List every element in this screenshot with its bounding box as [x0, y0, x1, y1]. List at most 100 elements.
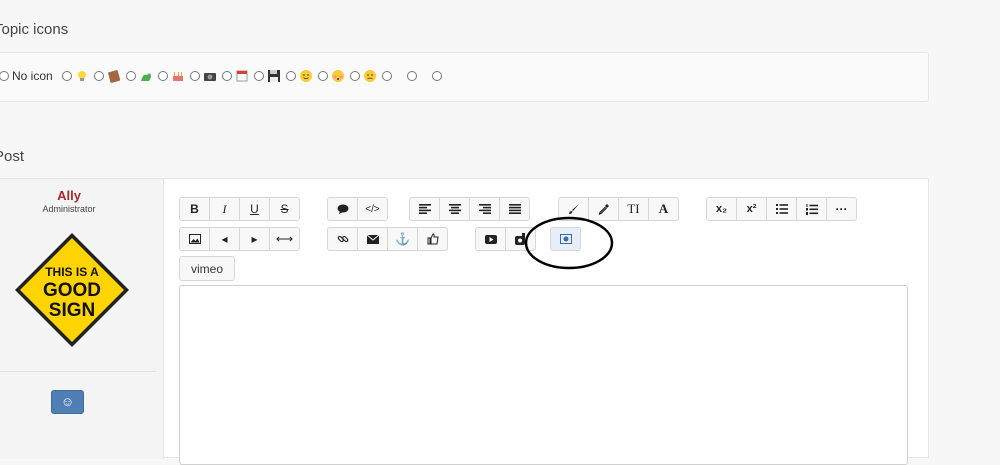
subscript-label: x₂ — [715, 203, 727, 215]
camera-icon — [203, 73, 216, 81]
author-role: Administrator — [42, 204, 96, 214]
bullet-list-button[interactable] — [766, 197, 797, 221]
flushed-face-icon — [331, 70, 344, 82]
radio-button[interactable] — [406, 71, 417, 81]
topic-icon-option-calendar[interactable] — [221, 69, 251, 83]
more-button[interactable]: ··· — [826, 197, 857, 221]
email-button[interactable] — [357, 227, 388, 251]
envelope-icon — [366, 234, 379, 244]
numbered-list-icon — [805, 203, 818, 215]
eyedropper-icon — [598, 204, 609, 215]
birthday-cake-icon — [172, 72, 183, 81]
topic-icon-option-frown[interactable] — [349, 69, 379, 83]
strikethrough-label: S — [280, 202, 289, 216]
radio-button[interactable] — [253, 71, 264, 81]
underline-button[interactable]: U — [239, 197, 270, 221]
topic-icon-option-lightbulb[interactable] — [61, 69, 91, 83]
anchor-button[interactable]: ⚓ — [387, 227, 418, 251]
topic-icon-option-floppy[interactable] — [253, 69, 283, 83]
topic-icon-option-dragon[interactable] — [125, 69, 155, 83]
strikethrough-button[interactable]: S — [269, 197, 300, 221]
align-justify-icon — [508, 204, 521, 214]
radio-button[interactable] — [285, 71, 296, 81]
toolbar-group-lists: x₂ x² ··· — [706, 197, 857, 221]
topic-icon-option-book[interactable] — [93, 69, 123, 83]
radio-button[interactable] — [0, 71, 9, 81]
align-left-button[interactable] — [409, 197, 440, 221]
topic-icon-option-blank-3[interactable] — [431, 71, 454, 81]
radio-button[interactable] — [349, 71, 360, 81]
radio-button[interactable] — [189, 71, 200, 81]
topic-icon-option-blank-1[interactable] — [381, 71, 404, 81]
superscript-button[interactable]: x² — [736, 197, 767, 221]
horizontal-rule-label: ⟷ — [275, 232, 294, 246]
more-label: ··· — [835, 202, 848, 216]
code-button[interactable]: </> — [357, 197, 388, 221]
avatar: THIS IS A GOOD SIGN — [15, 233, 129, 347]
post-title: Post — [0, 148, 25, 165]
vimeo-button[interactable]: vimeo — [179, 256, 235, 281]
smiley-icon — [299, 70, 312, 82]
font-size-button[interactable]: TI — [618, 197, 649, 221]
next-label: ▸ — [251, 232, 258, 246]
topic-icons-row: No icon — [0, 69, 457, 83]
brush-icon — [568, 204, 579, 214]
frowning-face-icon — [363, 70, 376, 82]
align-center-button[interactable] — [439, 197, 470, 221]
no-icon-label: No icon — [12, 69, 53, 83]
sign-line-2: GOOD — [43, 280, 101, 301]
align-right-button[interactable] — [469, 197, 500, 221]
align-left-icon — [418, 204, 431, 214]
horizontal-rule-button[interactable]: ⟷ — [269, 227, 300, 251]
author-profile: Ally Administrator THIS IS A GOOD SIGN ☺ — [0, 179, 164, 459]
youtube-button[interactable] — [475, 227, 506, 251]
align-center-icon — [448, 204, 461, 214]
font-color-label: A — [658, 201, 669, 216]
author-name[interactable]: Ally — [0, 188, 139, 203]
thumbs-up-button[interactable] — [417, 227, 448, 251]
bold-label: B — [190, 202, 199, 216]
font-color-button[interactable]: A — [648, 197, 679, 221]
quote-button[interactable] — [327, 197, 358, 221]
bullet-list-icon — [775, 204, 788, 214]
radio-button[interactable] — [221, 71, 232, 81]
profile-divider — [0, 371, 156, 372]
calendar-icon — [236, 70, 248, 82]
radio-button[interactable] — [157, 71, 168, 81]
topic-icons-title: Topic icons — [0, 21, 69, 38]
italic-button[interactable]: I — [209, 197, 240, 221]
highlight-circle — [524, 216, 614, 270]
link-icon — [337, 235, 348, 243]
bold-button[interactable]: B — [179, 197, 210, 221]
post-editor-textarea[interactable] — [179, 285, 908, 465]
radio-button[interactable] — [61, 71, 72, 81]
topic-icon-option-smiley[interactable] — [285, 69, 315, 83]
next-button[interactable]: ▸ — [239, 227, 270, 251]
image-button[interactable] — [179, 227, 210, 251]
radio-button[interactable] — [381, 71, 392, 81]
radio-button[interactable] — [125, 71, 136, 81]
prev-button[interactable]: ◂ — [209, 227, 240, 251]
toolbar-group-text-style: B I U S — [179, 197, 300, 221]
image-icon — [188, 234, 201, 244]
topic-icon-option-flushed[interactable] — [317, 69, 347, 83]
smiley-button[interactable]: ☺ — [51, 390, 84, 414]
code-label: </> — [365, 203, 380, 215]
topic-icon-option-none[interactable]: No icon — [0, 69, 59, 83]
radio-button[interactable] — [93, 71, 104, 81]
floppy-disk-icon — [267, 70, 280, 82]
sign-line-1: THIS IS A — [45, 265, 99, 279]
youtube-icon — [484, 234, 497, 244]
topic-icon-option-cake[interactable] — [157, 69, 187, 83]
superscript-label: x² — [746, 203, 757, 215]
link-button[interactable] — [327, 227, 358, 251]
subscript-button[interactable]: x₂ — [706, 197, 737, 221]
numbered-list-button[interactable] — [796, 197, 827, 221]
lightbulb-icon — [77, 71, 86, 81]
topic-icon-option-camera[interactable] — [189, 69, 219, 83]
radio-button[interactable] — [431, 71, 442, 81]
toolbar-group-links: ⚓ — [327, 227, 448, 251]
topic-icon-option-blank-2[interactable] — [406, 71, 429, 81]
dragon-icon — [140, 73, 151, 81]
radio-button[interactable] — [317, 71, 328, 81]
